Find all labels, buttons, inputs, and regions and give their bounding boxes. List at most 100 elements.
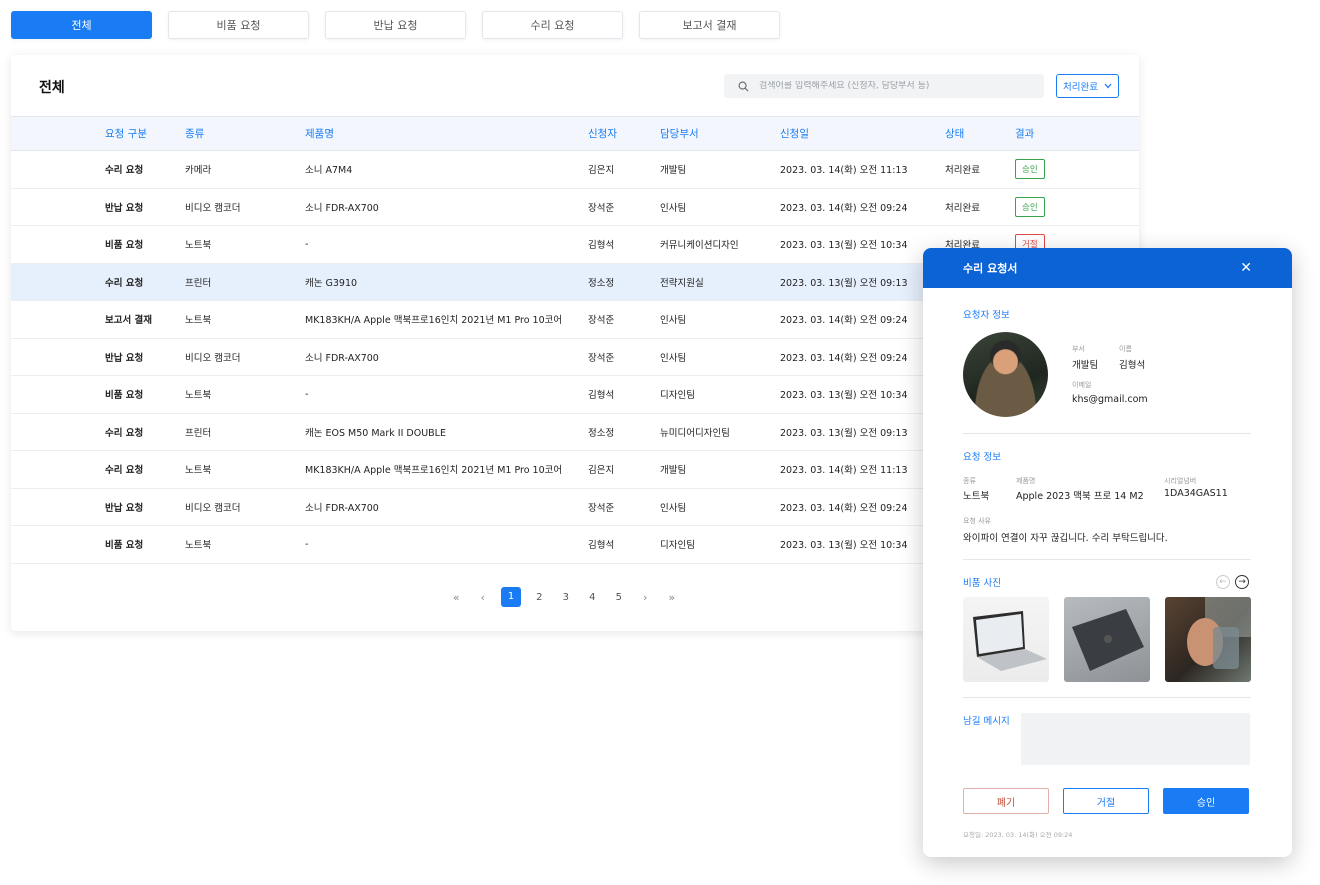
cell-kind: 노트북: [185, 315, 212, 327]
tab-report-approval[interactable]: 보고서 결재: [639, 11, 780, 39]
photo-next-icon[interactable]: →: [1235, 575, 1249, 589]
item-photo-laptop-open[interactable]: [963, 597, 1049, 682]
page-2-button[interactable]: 2: [526, 592, 553, 603]
cell-applicant: 장석준: [588, 352, 615, 364]
dept-label: 부서: [1072, 345, 1085, 353]
cell-date: 2023. 03. 13(월) 오전 10:34: [780, 240, 908, 252]
cell-dept: 인사팀: [660, 315, 687, 327]
item-photo-laptop-closed[interactable]: [1064, 597, 1150, 682]
col-header-date[interactable]: 신청일: [780, 117, 945, 151]
cell-dept: 인사팀: [660, 502, 687, 514]
prev-page-button[interactable]: ‹: [470, 591, 497, 604]
col-header-kind[interactable]: 종류: [185, 117, 305, 151]
chevron-down-icon: [1104, 83, 1112, 89]
cell-type: 수리 요청: [105, 277, 144, 289]
reason-label: 요청 사유: [963, 517, 991, 525]
cell-product: 캐논 EOS M50 Mark II DOUBLE: [305, 427, 446, 439]
approve-button[interactable]: 승인: [1163, 788, 1249, 814]
cell-type: 보고서 결재: [105, 315, 153, 327]
cell-kind: 노트북: [185, 540, 212, 552]
cell-date: 2023. 03. 13(월) 오전 10:34: [780, 390, 908, 402]
search-input[interactable]: [759, 81, 1029, 91]
page-title: 전체: [39, 80, 65, 96]
page-1-button[interactable]: 1: [501, 587, 521, 607]
item-photo-hand[interactable]: [1165, 597, 1251, 682]
col-header-result[interactable]: 결과: [1015, 117, 1139, 151]
cell-kind: 비디오 캠코더: [185, 202, 241, 214]
col-header-status[interactable]: 상태: [945, 117, 1015, 151]
divider: [963, 559, 1251, 560]
cell-date: 2023. 03. 13(월) 오전 09:13: [780, 427, 908, 439]
next-page-button[interactable]: ›: [632, 591, 659, 604]
search-icon: [738, 81, 749, 91]
page-3-button[interactable]: 3: [553, 592, 580, 603]
request-section-title: 요청 정보: [963, 452, 1001, 463]
reject-button[interactable]: 거절: [1063, 788, 1149, 814]
serial-label: 시리얼넘버: [1164, 477, 1197, 485]
tab-return-request[interactable]: 반납 요청: [325, 11, 466, 39]
cell-applicant: 김형석: [588, 390, 615, 402]
table-row[interactable]: 반납 요청 비디오 캠코더 소니 FDR-AX700 장석준 인사팀 2023. 03. …: [11, 188, 1139, 226]
cell-type: 수리 요청: [105, 427, 144, 439]
col-header-type[interactable]: 요청 구분: [105, 117, 185, 151]
cell-kind: 노트북: [185, 240, 212, 252]
name-label: 이름: [1119, 345, 1132, 353]
page-4-button[interactable]: 4: [579, 592, 606, 603]
result-badge: 승인: [1015, 196, 1045, 217]
cell-dept: 커뮤니케이션디자인: [660, 240, 739, 252]
col-header-product[interactable]: 제품명: [305, 117, 588, 151]
cell-product: 캐논 G3910: [305, 277, 358, 289]
close-icon[interactable]: ✕: [1240, 260, 1252, 276]
cell-product: MK183KH/A Apple 맥북프로16인치 2021년 M1 Pro 10…: [305, 315, 563, 327]
cell-product: -: [305, 238, 309, 250]
first-page-button[interactable]: «: [443, 591, 470, 604]
search-bar[interactable]: [724, 74, 1044, 98]
product-label: 제품명: [1016, 477, 1036, 485]
tab-supply-request[interactable]: 비품 요청: [168, 11, 309, 39]
page-5-button[interactable]: 5: [606, 592, 633, 603]
cell-type: 비품 요청: [105, 240, 144, 252]
name-value: 김형석: [1119, 360, 1146, 371]
cell-kind: 카메라: [185, 165, 212, 177]
cell-product: -: [305, 538, 309, 550]
cell-dept: 디자인팀: [660, 390, 695, 402]
cell-product: 소니 FDR-AX700: [305, 502, 379, 514]
tab-all[interactable]: 전체: [11, 11, 152, 39]
col-header-applicant[interactable]: 신청자: [588, 117, 660, 151]
cell-date: 2023. 03. 13(월) 오전 10:34: [780, 540, 908, 552]
cell-applicant: 장석준: [588, 202, 615, 214]
cell-product: 소니 A7M4: [305, 165, 353, 177]
cell-date: 2023. 03. 14(화) 오전 09:24: [780, 315, 908, 327]
tab-repair-request[interactable]: 수리 요청: [482, 11, 623, 39]
repair-request-modal: 수리 요청서 ✕ 요청자 정보 부서 개발팀 이름 김형석 이메일 khs@gm…: [923, 248, 1292, 857]
modal-title: 수리 요청서: [963, 262, 1018, 275]
cell-dept: 개발팀: [660, 465, 687, 477]
avatar: [963, 332, 1048, 417]
request-date-footer: 요청일: 2023. 03. 14(화) 오전 09:24: [963, 831, 1073, 839]
status-filter-dropdown[interactable]: 처리완료: [1056, 74, 1119, 98]
product-value: Apple 2023 맥북 프로 14 M2: [1016, 491, 1144, 502]
discard-button[interactable]: 폐기: [963, 788, 1049, 814]
col-header-dept[interactable]: 담당부서: [660, 117, 780, 151]
result-badge: 승인: [1015, 159, 1045, 180]
last-page-button[interactable]: »: [659, 591, 686, 604]
reason-value: 와이파이 연결이 자꾸 끊깁니다. 수리 부탁드립니다.: [963, 533, 1168, 544]
cell-type: 반납 요청: [105, 502, 144, 514]
kind-value: 노트북: [963, 491, 990, 502]
photo-prev-icon[interactable]: ←: [1216, 575, 1230, 589]
cell-dept: 인사팀: [660, 352, 687, 364]
cell-dept: 인사팀: [660, 202, 687, 214]
cell-kind: 비디오 캠코더: [185, 352, 241, 364]
message-input[interactable]: [1021, 713, 1250, 765]
cell-dept: 개발팀: [660, 165, 687, 177]
cell-type: 반납 요청: [105, 352, 144, 364]
table-header-row: 요청 구분 종류 제품명 신청자 담당부서 신청일 상태 결과: [11, 116, 1139, 151]
cell-type: 비품 요청: [105, 540, 144, 552]
divider: [963, 697, 1251, 698]
serial-value: 1DA34GAS11: [1164, 488, 1228, 499]
cell-status: 처리완료: [945, 165, 980, 177]
table-row[interactable]: 수리 요청 카메라 소니 A7M4 김은지 개발팀 2023. 03. 14(화) 오전 …: [11, 151, 1139, 188]
kind-label: 종류: [963, 477, 976, 485]
divider: [963, 433, 1251, 434]
cell-product: 소니 FDR-AX700: [305, 202, 379, 214]
